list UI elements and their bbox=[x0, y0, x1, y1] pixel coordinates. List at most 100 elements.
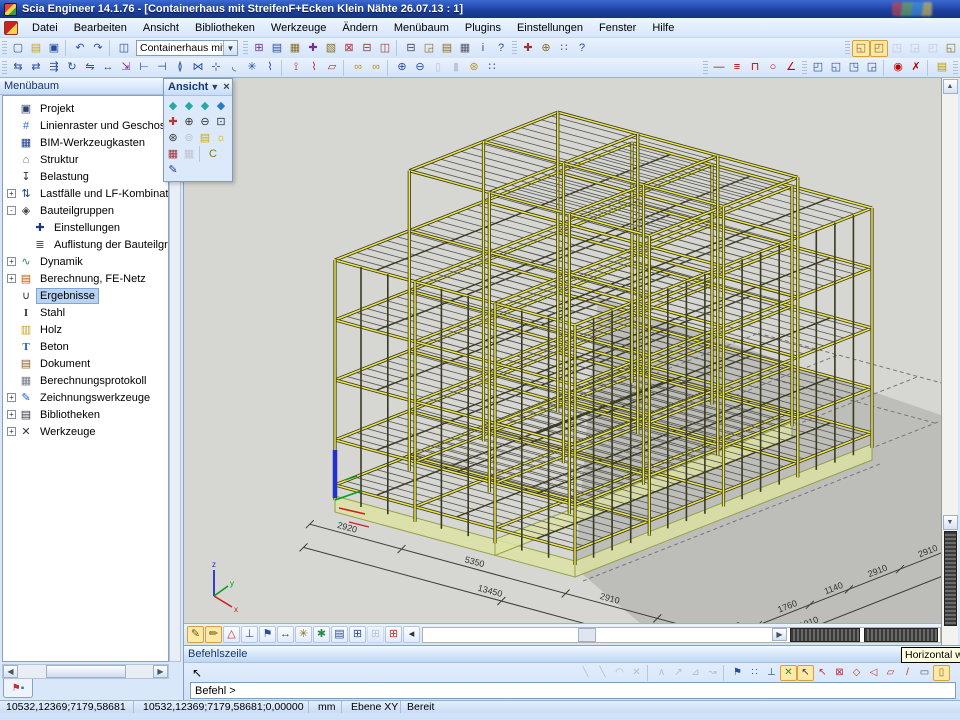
status-plane[interactable]: Ebene XY bbox=[345, 701, 401, 714]
command-panel-header[interactable]: Befehlszeile bbox=[184, 646, 960, 663]
select-by-plane-icon[interactable]: ▱ bbox=[323, 59, 341, 76]
clipboard-view-icon[interactable]: C bbox=[205, 146, 221, 162]
sidebar-item-einstellungen[interactable]: ✚Einstellungen bbox=[3, 219, 168, 236]
render-mode-wire-icon[interactable]: ✎ bbox=[187, 626, 204, 643]
sidebar-item-zeichnungswerkzeuge[interactable]: +✎Zeichnungswerkzeuge bbox=[3, 389, 168, 406]
view-photo-icon[interactable]: ▦ bbox=[165, 146, 181, 162]
sidebar-item-werkzeuge[interactable]: +✕Werkzeuge bbox=[3, 423, 168, 440]
snap-edge-icon[interactable]: ▱ bbox=[882, 665, 899, 681]
viewport-vertical-scrollbar[interactable]: ▲ ▼ bbox=[941, 78, 958, 645]
add-selection-icon[interactable]: ⊕ bbox=[393, 59, 411, 76]
menu-tree-tab[interactable]: ⚑▪ bbox=[3, 679, 33, 698]
team-project-icon[interactable]: ⊞ bbox=[250, 40, 268, 57]
view-axo-3-icon[interactable]: ◆ bbox=[197, 98, 213, 114]
zoom-window-icon[interactable]: ⊡ bbox=[213, 114, 229, 130]
snap-cross-icon[interactable]: ✕ bbox=[628, 665, 645, 681]
expand-icon[interactable]: + bbox=[7, 427, 16, 436]
snap-dot-grid-icon[interactable]: ∷ bbox=[746, 665, 763, 681]
mirror-icon[interactable]: ⇋ bbox=[81, 59, 99, 76]
document-icon[interactable] bbox=[4, 21, 18, 35]
no-redraw-icon[interactable]: ✗ bbox=[907, 59, 925, 76]
snap-cursor-icon[interactable]: ↖ bbox=[797, 665, 814, 681]
polyline-edit-icon[interactable]: ⌇ bbox=[261, 59, 279, 76]
sidebar-item-berechnung-fe-netz[interactable]: +▤Berechnung, FE-Netz bbox=[3, 270, 168, 287]
member-list-icon[interactable]: ∷ bbox=[555, 40, 573, 57]
snap-line-half-icon[interactable]: ╲ bbox=[594, 665, 611, 681]
sidebar-item-stahl[interactable]: IStahl bbox=[3, 304, 168, 321]
clipboard-icon[interactable]: ▧ bbox=[322, 40, 340, 57]
selection-table-icon[interactable]: ∷ bbox=[483, 59, 501, 76]
menu-item-werkzeuge[interactable]: Werkzeuge bbox=[263, 20, 334, 36]
menu-item-ändern[interactable]: Ändern bbox=[334, 20, 385, 36]
snap-ortho-icon[interactable]: ⊥ bbox=[763, 665, 780, 681]
snap-exclude-icon[interactable]: ⊠ bbox=[831, 665, 848, 681]
view-settings-pen-icon[interactable]: ✎ bbox=[165, 162, 181, 178]
join-icon[interactable]: ⋈ bbox=[189, 59, 207, 76]
view-corner-3-icon[interactable]: ◳ bbox=[845, 59, 863, 76]
snap-flag-icon[interactable]: ⚑ bbox=[729, 665, 746, 681]
layout-new-icon[interactable]: ◱ bbox=[942, 40, 960, 57]
snap-node-icon[interactable]: ◁ bbox=[865, 665, 882, 681]
scroll-left-arrow-icon[interactable]: ◂ bbox=[403, 626, 420, 643]
scroll-up-icon[interactable]: ▲ bbox=[943, 79, 958, 94]
ansicht-floating-panel[interactable]: Ansicht ▼ × ◆◆◆◆✚⊕⊖⊡⊛⊚▤☼▦▦C✎ bbox=[163, 78, 233, 182]
move-icon[interactable]: ⇆ bbox=[9, 59, 27, 76]
select-by-cursor-icon[interactable]: ⟟ bbox=[287, 59, 305, 76]
favorites-icon[interactable]: ✚ bbox=[519, 40, 537, 57]
view-axo-4-icon[interactable]: ◆ bbox=[213, 98, 229, 114]
sidebar-item-struktur[interactable]: ⌂Struktur bbox=[3, 151, 168, 168]
sidebar-item-beton[interactable]: TBeton bbox=[3, 338, 168, 355]
grid-view-blue-icon[interactable]: ⊞ bbox=[349, 626, 366, 643]
view-corner-2-icon[interactable]: ◱ bbox=[827, 59, 845, 76]
menu-tree-header[interactable]: Menübaum ✚ bbox=[0, 78, 183, 95]
toolbar-grip[interactable] bbox=[2, 61, 7, 75]
select-previous-icon[interactable]: ∞ bbox=[349, 59, 367, 76]
copy-icon[interactable]: ⇄ bbox=[27, 59, 45, 76]
snap-perp-icon[interactable]: ⊿ bbox=[687, 665, 704, 681]
view-ucs-icon[interactable]: ✚ bbox=[165, 114, 181, 130]
layout-a-icon[interactable]: ◲ bbox=[906, 40, 924, 57]
scroll-thumb-dark[interactable] bbox=[944, 531, 957, 626]
menu-item-bearbeiten[interactable]: Bearbeiten bbox=[66, 20, 135, 36]
chevron-down-icon[interactable]: ▼ bbox=[208, 82, 221, 92]
menu-item-einstellungen[interactable]: Einstellungen bbox=[509, 20, 591, 36]
scroll-right-icon[interactable]: ▶ bbox=[153, 665, 168, 678]
close-all-windows-icon[interactable]: ⊠ bbox=[340, 40, 358, 57]
explode-icon[interactable]: ✳ bbox=[243, 59, 261, 76]
menu-item-fenster[interactable]: Fenster bbox=[591, 20, 644, 36]
zoom-search-icon[interactable]: ⊕ bbox=[537, 40, 555, 57]
menu-item-plugins[interactable]: Plugins bbox=[457, 20, 509, 36]
sidebar-item-holz[interactable]: ▥Holz bbox=[3, 321, 168, 338]
model-canvas[interactable]: 2920535029101345040802910176011402910291… bbox=[184, 78, 941, 623]
show-labels-icon[interactable]: ⚑ bbox=[259, 626, 276, 643]
show-supports-icon[interactable]: △ bbox=[223, 626, 240, 643]
multicopy-icon[interactable]: ⇶ bbox=[45, 59, 63, 76]
filter-b-icon[interactable]: ▮ bbox=[447, 59, 465, 76]
expand-icon[interactable]: + bbox=[7, 274, 16, 283]
sidebar-item-belastung[interactable]: ↧Belastung bbox=[3, 168, 168, 185]
scale-icon[interactable]: ⇲ bbox=[117, 59, 135, 76]
remove-selection-icon[interactable]: ⊖ bbox=[411, 59, 429, 76]
status-units[interactable]: mm bbox=[312, 701, 342, 714]
menu-item-hilfe[interactable]: Hilfe bbox=[644, 20, 682, 36]
3d-viewport[interactable]: 2920535029101345040802910176011402910291… bbox=[184, 78, 941, 645]
toolbar-grip[interactable] bbox=[953, 61, 958, 75]
intersect-icon[interactable]: ⊹ bbox=[207, 59, 225, 76]
show-dimensions-icon[interactable]: ↔ bbox=[277, 626, 294, 643]
save-project-icon[interactable]: ▣ bbox=[45, 40, 63, 57]
draw-circle-icon[interactable]: ○ bbox=[764, 59, 782, 76]
snap-intersection-icon[interactable]: ✕ bbox=[780, 665, 797, 681]
project-window-icon[interactable]: ◫ bbox=[115, 40, 133, 57]
toolbar-grip[interactable] bbox=[845, 41, 850, 55]
toolbar-grip[interactable] bbox=[243, 41, 248, 55]
transform-tools-icon[interactable]: ✚ bbox=[304, 40, 322, 57]
sidebar-item-bim-werkzeugkasten[interactable]: ▦BIM-Werkzeugkasten bbox=[3, 134, 168, 151]
undo-icon[interactable]: ↶ bbox=[71, 40, 89, 57]
view-axo-1-icon[interactable]: ◆ bbox=[165, 98, 181, 114]
title-bar[interactable]: Scia Engineer 14.1.76 - [Containerhaus m… bbox=[0, 0, 960, 18]
document-icon[interactable]: ▤ bbox=[438, 40, 456, 57]
zoom-all-icon[interactable]: ⊛ bbox=[165, 130, 181, 146]
layers-icon[interactable]: ▤ bbox=[268, 40, 286, 57]
render-mode-solid-icon[interactable]: ✏ bbox=[205, 626, 222, 643]
sidebar-item-projekt[interactable]: ▣Projekt bbox=[3, 100, 168, 117]
